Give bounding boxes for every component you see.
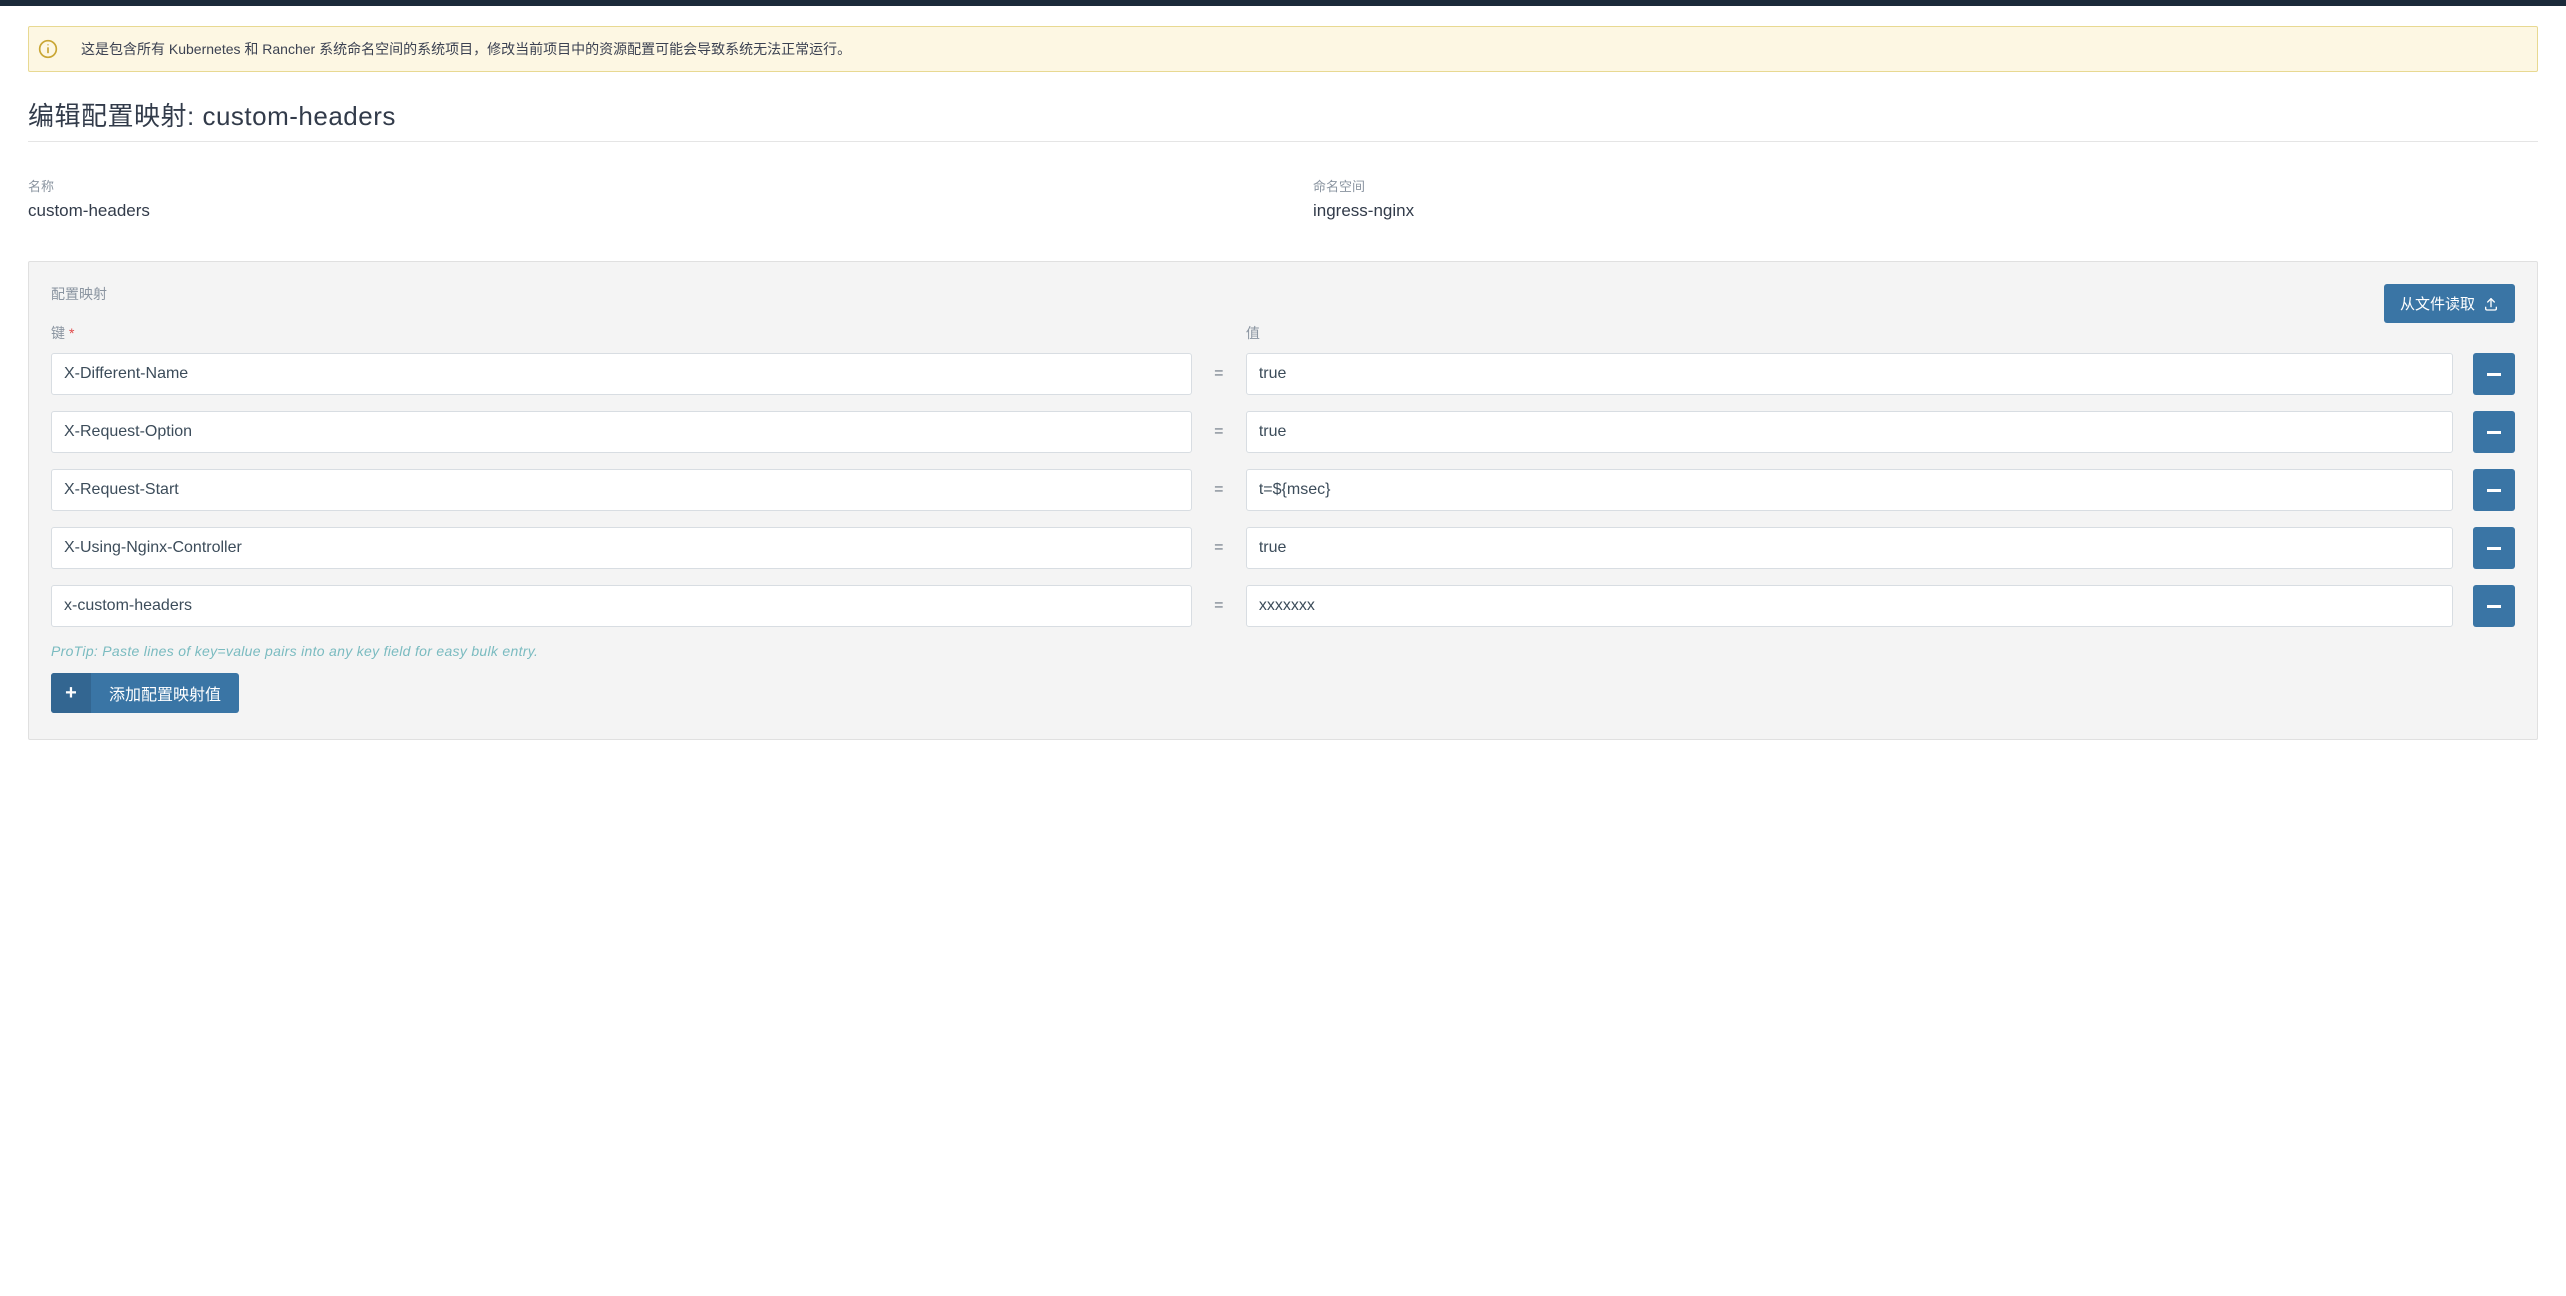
read-from-file-label: 从文件读取 [2400,293,2475,314]
namespace-label: 命名空间 [1313,176,2538,195]
equals-sign: = [1212,481,1226,499]
remove-row-button[interactable] [2473,527,2515,569]
name-label: 名称 [28,176,1253,195]
minus-icon [2487,547,2501,550]
kv-row: = [51,469,2515,511]
minus-icon [2487,605,2501,608]
page-title: 编辑配置映射: custom-headers [28,96,2538,133]
kv-row: = [51,585,2515,627]
minus-icon [2487,489,2501,492]
key-input[interactable] [51,353,1192,395]
key-input[interactable] [51,469,1192,511]
name-value: custom-headers [28,201,1253,221]
system-warning-banner: 这是包含所有 Kubernetes 和 Rancher 系统命名空间的系统项目，… [28,26,2538,72]
configmap-panel: 配置映射 从文件读取 键* 值 = = = = = ProTip: Paste line… [28,261,2538,740]
page-title-prefix: 编辑配置映射: [28,101,202,131]
remove-row-button[interactable] [2473,411,2515,453]
remove-row-button[interactable] [2473,585,2515,627]
kv-row: = [51,411,2515,453]
value-input[interactable] [1246,353,2453,395]
value-input[interactable] [1246,527,2453,569]
key-column-header: 键* [51,323,1192,343]
top-nav-bar [0,0,2566,6]
add-row-button[interactable]: + 添加配置映射值 [51,673,239,713]
section-label: 配置映射 [51,284,2384,304]
key-input[interactable] [51,411,1192,453]
key-input[interactable] [51,585,1192,627]
read-from-file-button[interactable]: 从文件读取 [2384,284,2515,323]
value-input[interactable] [1246,585,2453,627]
page-title-name: custom-headers [202,101,395,131]
warning-text: 这是包含所有 Kubernetes 和 Rancher 系统命名空间的系统项目，… [67,27,2537,71]
key-input[interactable] [51,527,1192,569]
kv-row: = [51,527,2515,569]
divider [28,141,2538,142]
plus-icon: + [51,673,91,713]
equals-sign: = [1212,597,1226,615]
remove-row-button[interactable] [2473,469,2515,511]
protip-text: ProTip: Paste lines of key=value pairs i… [51,643,2515,659]
value-input[interactable] [1246,411,2453,453]
value-input[interactable] [1246,469,2453,511]
kv-row: = [51,353,2515,395]
equals-sign: = [1212,539,1226,557]
remove-row-button[interactable] [2473,353,2515,395]
value-column-header: 值 [1246,323,2453,343]
equals-sign: = [1212,365,1226,383]
minus-icon [2487,431,2501,434]
equals-sign: = [1212,423,1226,441]
upload-icon [2483,296,2499,312]
info-icon [29,27,67,71]
namespace-value: ingress-nginx [1313,201,2538,221]
add-row-label: 添加配置映射值 [91,673,239,713]
minus-icon [2487,373,2501,376]
